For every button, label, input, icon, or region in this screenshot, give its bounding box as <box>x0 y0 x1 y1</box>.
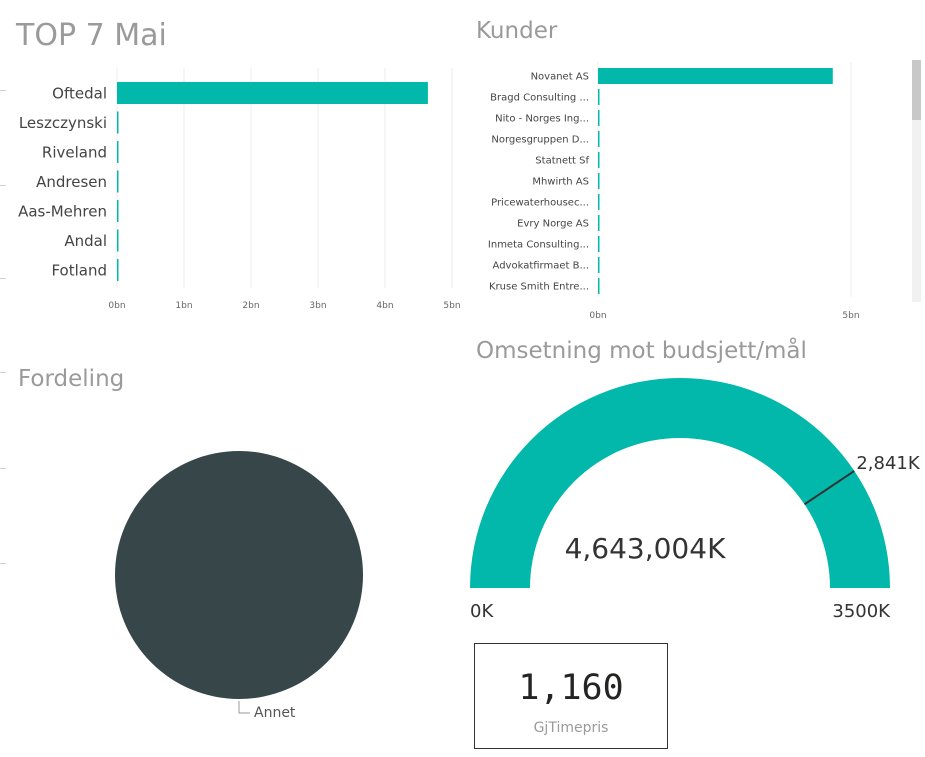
bar <box>598 257 600 273</box>
category-label: Evry Norge AS <box>517 219 589 230</box>
category-label: Bragd Consulting ... <box>490 93 589 104</box>
category-label: Norgesgruppen D... <box>491 135 589 146</box>
category-label: Fotland <box>51 261 107 279</box>
x-tick-label: 3bn <box>309 301 326 311</box>
bar <box>598 68 833 84</box>
kpi-label: GjTimepris <box>533 720 609 736</box>
pie-slice <box>115 451 363 699</box>
category-label: Riveland <box>42 143 107 161</box>
category-label: Novanet AS <box>531 72 589 83</box>
category-label: Andresen <box>36 173 107 191</box>
bar <box>598 131 600 147</box>
kpi-card: 1,160 GjTimepris <box>474 643 668 749</box>
pie-leader-line <box>238 701 250 714</box>
top7-bar-chart: 0bn 1bn 2bn 3bn 4bn 5bn Oftedal Leszczynski Rive… <box>18 68 461 311</box>
bar <box>598 215 600 231</box>
kpi-value: 1,160 <box>518 668 624 708</box>
category-label: Andal <box>64 232 107 250</box>
category-label: Statnett Sf <box>535 156 589 167</box>
x-tick-label: 0bn <box>108 301 125 311</box>
category-label: Kruse Smith Entre... <box>489 282 589 293</box>
fordeling-pie-chart: Annet <box>115 451 363 721</box>
category-label: Oftedal <box>52 84 107 102</box>
category-label: Inmeta Consulting... <box>488 240 589 251</box>
gauge-min-label: 0K <box>470 601 494 622</box>
category-label: Mhwirth AS <box>532 177 589 188</box>
bar <box>117 200 119 222</box>
bar <box>598 278 600 294</box>
bar <box>117 141 119 163</box>
x-tick-label: 1bn <box>175 301 192 311</box>
x-tick-label: 5bn <box>842 311 859 321</box>
bar <box>598 236 600 252</box>
bar <box>598 152 600 168</box>
x-tick-label: 0bn <box>589 311 606 321</box>
kunder-bar-chart: 0bn 5bn Novanet AS Bragd Consulting ... Nito… <box>488 62 860 321</box>
bar <box>598 89 600 105</box>
category-label: Leszczynski <box>19 114 107 132</box>
x-tick-label: 4bn <box>376 301 393 311</box>
gauge-target-label: 2,841K <box>856 453 921 474</box>
bar <box>117 229 119 252</box>
pie-slice-label: Annet <box>254 705 296 721</box>
gauge-value-label: 4,643,004K <box>565 532 727 565</box>
x-tick-label: 5bn <box>443 301 460 311</box>
category-label: Advokatfirmaet B... <box>493 261 589 272</box>
bar <box>598 110 600 126</box>
bar <box>117 259 119 281</box>
kunder-scrollbar[interactable] <box>912 60 921 302</box>
category-label: Aas-Mehren <box>18 202 107 220</box>
bar <box>117 111 119 134</box>
kunder-scrollbar-thumb[interactable] <box>912 60 921 120</box>
bar <box>598 194 600 210</box>
category-label: Nito - Norges Ing... <box>495 114 589 125</box>
category-label: Pricewaterhousec... <box>491 198 589 209</box>
x-tick-label: 2bn <box>242 301 259 311</box>
bar <box>598 173 600 189</box>
bar <box>117 82 428 104</box>
gauge-chart: 2,841K 4,643,004K 0K 3500K <box>470 378 921 622</box>
gauge-max-label: 3500K <box>832 601 891 622</box>
bar <box>117 170 119 193</box>
